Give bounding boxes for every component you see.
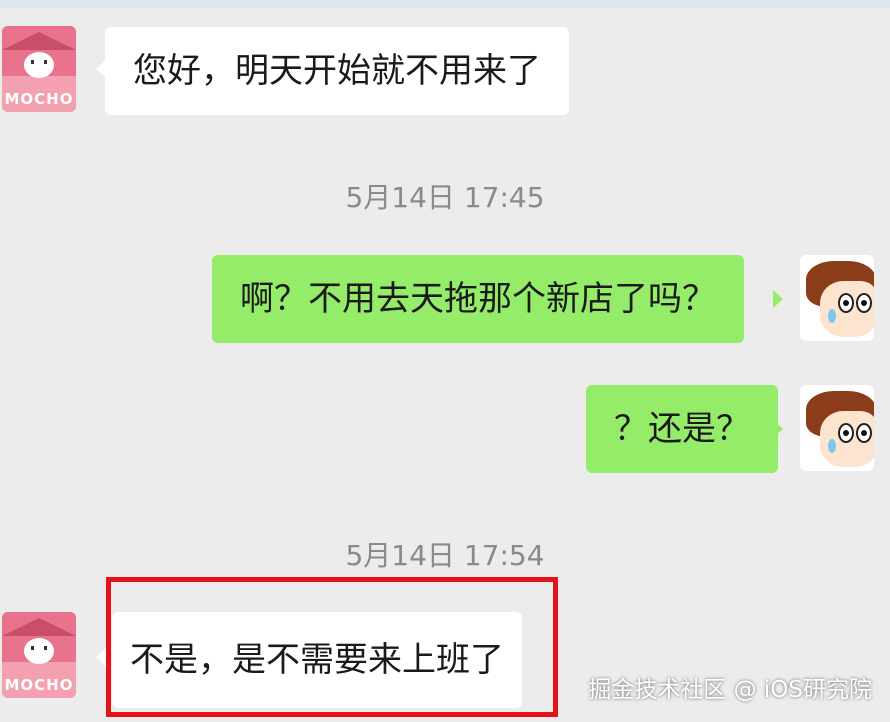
avatar-logo-text: MOCHO <box>4 676 74 694</box>
message-bubble-sent[interactable]: 啊？不用去天拖那个新店了吗？ <box>212 255 744 343</box>
bubble-tail <box>773 290 783 308</box>
avatar-eyes <box>31 646 47 650</box>
avatar-logo-text: MOCHO <box>4 90 74 108</box>
avatar-eye <box>838 293 854 313</box>
user-avatar[interactable] <box>800 385 874 471</box>
bubble-tail <box>773 420 783 438</box>
bubble-tail <box>96 648 106 666</box>
avatar-face <box>24 638 54 664</box>
timestamp: 5月14日 17:54 <box>345 539 545 572</box>
message-bubble-received[interactable]: 您好，明天开始就不用来了 <box>105 27 569 115</box>
timestamp: 5月14日 17:45 <box>345 181 545 214</box>
contact-avatar[interactable]: MOCHO <box>2 612 76 698</box>
avatar-tear <box>828 439 836 453</box>
red-highlight-box <box>106 577 558 717</box>
user-avatar[interactable] <box>800 255 874 341</box>
top-strip <box>0 0 890 8</box>
avatar-eye <box>838 423 854 443</box>
avatar-eyes <box>31 60 47 64</box>
avatar-face <box>24 52 54 78</box>
avatar-eye <box>856 423 872 443</box>
avatar-eye <box>856 293 872 313</box>
contact-avatar[interactable]: MOCHO <box>2 26 76 112</box>
avatar-tear <box>828 309 836 323</box>
message-bubble-sent[interactable]: ？还是？ <box>586 385 778 473</box>
watermark: 掘金技术社区 @ iOS研究院 <box>588 677 872 703</box>
